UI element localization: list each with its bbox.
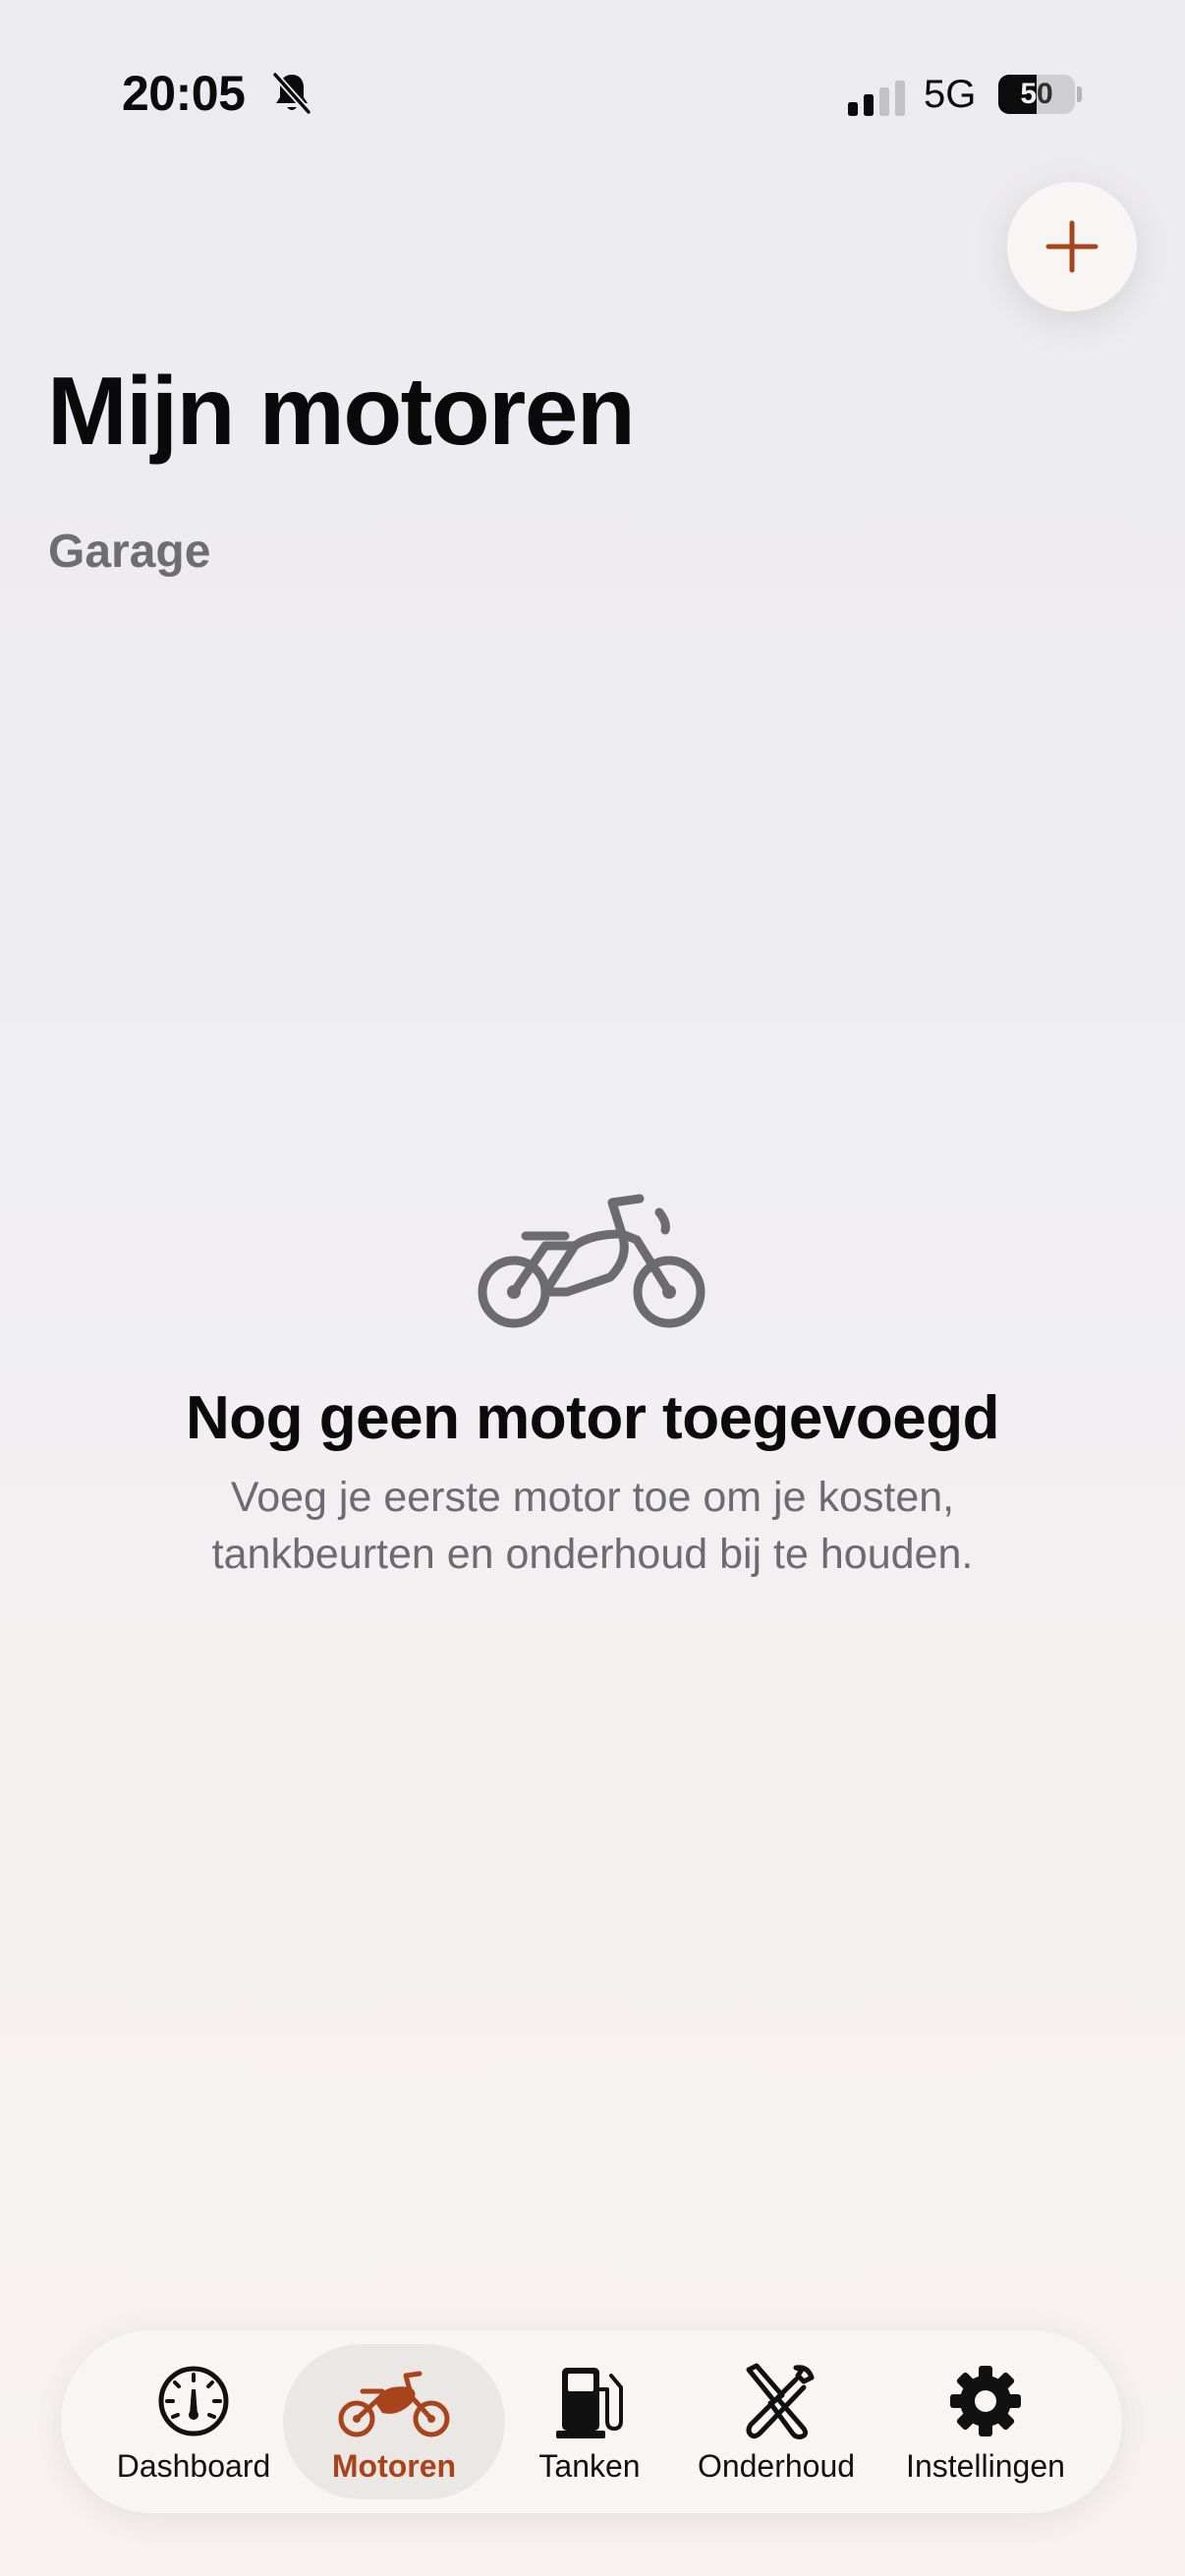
tab-label: Motoren bbox=[331, 2447, 457, 2484]
tab-dashboard[interactable]: Dashboard bbox=[100, 2330, 287, 2513]
network-type: 5G bbox=[924, 73, 977, 116]
battery-indicator: 50 bbox=[998, 75, 1075, 114]
battery-level: 50 bbox=[1020, 78, 1053, 110]
motorcycle-icon bbox=[478, 1194, 705, 1328]
wrench-screwdriver-icon bbox=[746, 2363, 815, 2439]
tab-instellingen[interactable]: Instellingen bbox=[880, 2330, 1091, 2513]
plus-icon bbox=[1045, 220, 1099, 273]
empty-state: Nog geen motor toegevoegd Voeg je eerste… bbox=[0, 1179, 1185, 1583]
tab-label: Tanken bbox=[538, 2447, 641, 2484]
status-bar: 20:05 5G 50 bbox=[0, 0, 1185, 147]
cellular-signal-icon bbox=[848, 81, 905, 116]
tab-label: Onderhoud bbox=[697, 2447, 856, 2484]
speedometer-icon bbox=[158, 2366, 229, 2436]
tab-onderhoud[interactable]: Onderhoud bbox=[676, 2330, 876, 2513]
gear-icon bbox=[950, 2365, 1021, 2436]
battery-cap bbox=[1077, 86, 1082, 102]
tab-tanken[interactable]: Tanken bbox=[513, 2330, 666, 2513]
tab-label: Dashboard bbox=[116, 2447, 271, 2484]
bell-slash-icon bbox=[272, 72, 311, 115]
tab-bar: Dashboard Motoren Tanken Onderhoud Inste… bbox=[61, 2330, 1122, 2513]
empty-state-title: Nog geen motor toegevoegd bbox=[186, 1384, 999, 1452]
empty-state-text: Voeg je eerste motor toe om je kosten, t… bbox=[211, 1474, 974, 1578]
fuel-pump-icon bbox=[556, 2367, 623, 2438]
add-motorcycle-button[interactable] bbox=[1007, 182, 1137, 311]
tab-motoren[interactable]: Motoren bbox=[283, 2344, 505, 2499]
tab-label: Instellingen bbox=[906, 2447, 1065, 2484]
page-subtitle: Garage bbox=[48, 526, 211, 578]
motorcycle-icon bbox=[338, 2371, 450, 2436]
page-title: Mijn motoren bbox=[47, 357, 636, 465]
status-time: 20:05 bbox=[122, 66, 246, 121]
